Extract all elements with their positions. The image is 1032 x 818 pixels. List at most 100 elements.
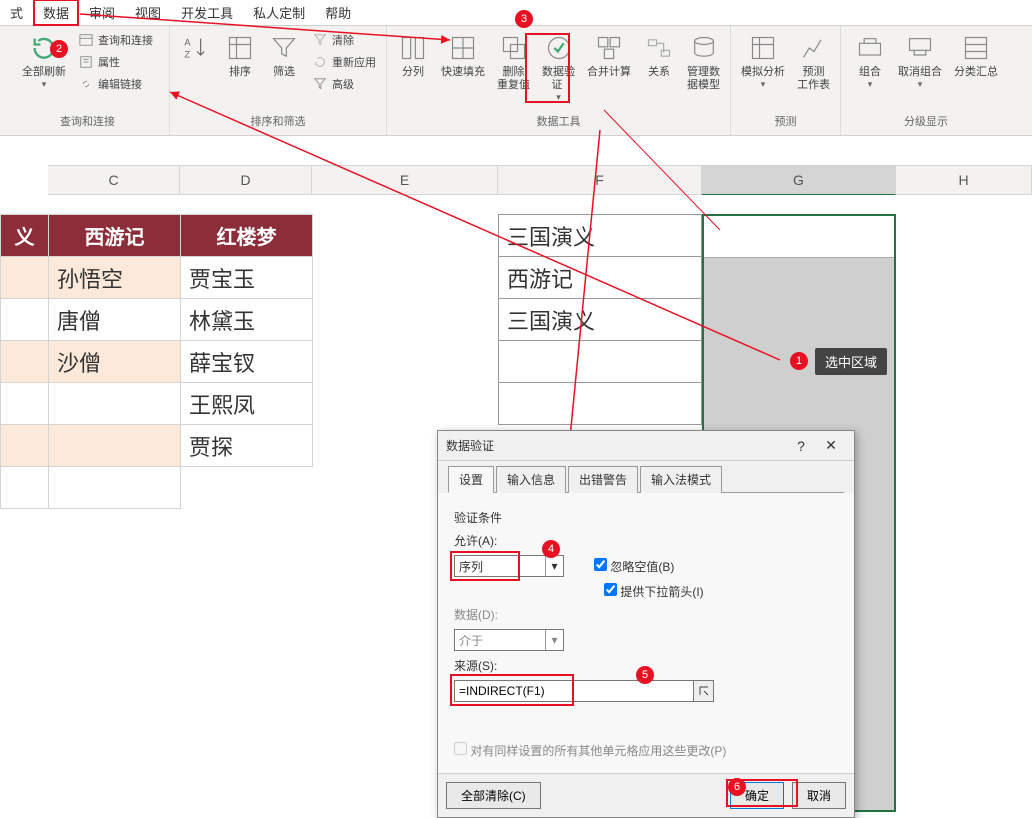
dlg-tab-error[interactable]: 出错警告: [568, 466, 638, 493]
cell[interactable]: [1, 383, 49, 425]
consolidate-icon: [593, 32, 625, 64]
cell[interactable]: [1, 425, 49, 467]
subtotal-button[interactable]: 分类汇总: [950, 30, 1002, 81]
cell[interactable]: 贾探: [181, 425, 313, 467]
col-g[interactable]: G: [702, 165, 896, 195]
source-input[interactable]: [454, 680, 694, 702]
dlg-tab-input[interactable]: 输入信息: [496, 466, 566, 493]
dialog-close-button[interactable]: ✕: [816, 437, 846, 454]
cell[interactable]: 三国演义: [499, 299, 702, 341]
dropdown-checkbox[interactable]: 提供下拉箭头(I): [604, 585, 704, 599]
consolidate-button[interactable]: 合并计算: [583, 30, 635, 81]
sort-button[interactable]: 排序: [220, 30, 260, 81]
tab-review[interactable]: 审阅: [79, 0, 125, 26]
cell[interactable]: 沙僧: [49, 341, 181, 383]
dlg-tab-ime[interactable]: 输入法模式: [640, 466, 722, 493]
cell[interactable]: [1, 257, 49, 299]
sort-az-button[interactable]: AZ: [176, 30, 216, 66]
removedup-icon: [498, 32, 530, 64]
data-validation-dialog: 数据验证 ? ✕ 设置 输入信息 出错警告 输入法模式 验证条件 允许(A): …: [437, 430, 855, 818]
collapse-icon: [698, 685, 710, 697]
table-header[interactable]: 红楼梦: [181, 215, 313, 257]
cell[interactable]: 王熙凤: [181, 383, 313, 425]
range-picker-button[interactable]: [694, 680, 714, 702]
whatif-button[interactable]: 模拟分析▾: [737, 30, 789, 92]
cell[interactable]: [499, 341, 702, 383]
clear-all-button[interactable]: 全部清除(C): [446, 782, 541, 809]
datamodel-button[interactable]: 管理数 据模型: [683, 30, 724, 94]
validation-condition-label: 验证条件: [454, 509, 838, 526]
f-column: 三国演义 西游记 三国演义: [498, 214, 702, 425]
refresh-all-button[interactable]: 全部刷新 ▾: [18, 30, 70, 92]
cell[interactable]: [49, 467, 181, 509]
relations-icon: [643, 32, 675, 64]
cell[interactable]: [49, 425, 181, 467]
flashfill-button[interactable]: 快速填充: [437, 30, 489, 81]
dialog-help-button[interactable]: ?: [786, 438, 816, 454]
sort-az-icon: AZ: [180, 32, 212, 64]
cell[interactable]: [1, 299, 49, 341]
tab-help[interactable]: 帮助: [315, 0, 361, 26]
props-icon: [78, 54, 94, 70]
relations-button[interactable]: 关系: [639, 30, 679, 81]
group-datatools: 数据工具: [537, 111, 581, 131]
cell[interactable]: 薛宝钗: [181, 341, 313, 383]
cell[interactable]: [499, 383, 702, 425]
tab-view[interactable]: 视图: [125, 0, 171, 26]
group-button[interactable]: 组合▾: [850, 30, 890, 92]
cell[interactable]: 唐僧: [49, 299, 181, 341]
tab-formula[interactable]: 式: [0, 0, 33, 26]
texttocolumns-button[interactable]: 分列: [393, 30, 433, 81]
col-h[interactable]: H: [896, 165, 1032, 195]
chevron-down-icon: ▾: [545, 630, 563, 650]
removedup-button[interactable]: 删除 重复值: [493, 30, 534, 94]
anno-badge-3: 3: [515, 10, 533, 28]
cell[interactable]: [1, 341, 49, 383]
datavalidation-button[interactable]: 数据验 证 ▾: [538, 30, 579, 105]
filter-button[interactable]: 筛选: [264, 30, 304, 81]
chevron-down-icon: ▾: [545, 556, 563, 576]
allow-select[interactable]: 序列 ▾: [454, 555, 564, 577]
whatif-icon: [747, 32, 779, 64]
cell[interactable]: 贾宝玉: [181, 257, 313, 299]
col-d[interactable]: D: [180, 165, 312, 195]
advanced-button[interactable]: 高级: [308, 74, 380, 94]
tab-data[interactable]: 数据: [33, 0, 79, 26]
ungroup-button[interactable]: 取消组合▾: [894, 30, 946, 92]
properties-button[interactable]: 属性: [74, 52, 157, 72]
forecast-button[interactable]: 预测 工作表: [793, 30, 834, 94]
forecast-icon: [798, 32, 830, 64]
link-icon: [78, 76, 94, 92]
col-c[interactable]: C: [48, 165, 180, 195]
group-queries: 查询和连接: [60, 111, 115, 131]
clear-button[interactable]: 清除: [308, 30, 380, 50]
datavalid-icon: [543, 32, 575, 64]
queries-icon: [78, 32, 94, 48]
tab-devtools[interactable]: 开发工具: [171, 0, 243, 26]
tab-custom[interactable]: 私人定制: [243, 0, 315, 26]
dlg-tab-settings[interactable]: 设置: [448, 466, 494, 493]
texttocol-icon: [397, 32, 429, 64]
column-headers: C D E F G H: [0, 165, 1032, 195]
svg-text:A: A: [184, 38, 191, 48]
svg-text:Z: Z: [184, 49, 190, 59]
col-e[interactable]: E: [312, 165, 498, 195]
cancel-button[interactable]: 取消: [792, 782, 846, 809]
editlinks-button[interactable]: 编辑链接: [74, 74, 157, 94]
active-cell[interactable]: [704, 216, 894, 258]
datamodel-icon: [688, 32, 720, 64]
cell[interactable]: 林黛玉: [181, 299, 313, 341]
queries-button[interactable]: 查询和连接: [74, 30, 157, 50]
col-f[interactable]: F: [498, 165, 702, 195]
cell[interactable]: [1, 467, 49, 509]
cell[interactable]: 孙悟空: [49, 257, 181, 299]
cell[interactable]: [49, 383, 181, 425]
clear-icon: [312, 32, 328, 48]
reapply-button[interactable]: 重新应用: [308, 52, 380, 72]
table-header[interactable]: 义: [1, 215, 49, 257]
anno-badge-5: 5: [636, 666, 654, 684]
ignore-blank-checkbox[interactable]: 忽略空值(B): [594, 558, 674, 575]
table-header[interactable]: 西游记: [49, 215, 181, 257]
cell[interactable]: 三国演义: [499, 215, 702, 257]
cell[interactable]: 西游记: [499, 257, 702, 299]
